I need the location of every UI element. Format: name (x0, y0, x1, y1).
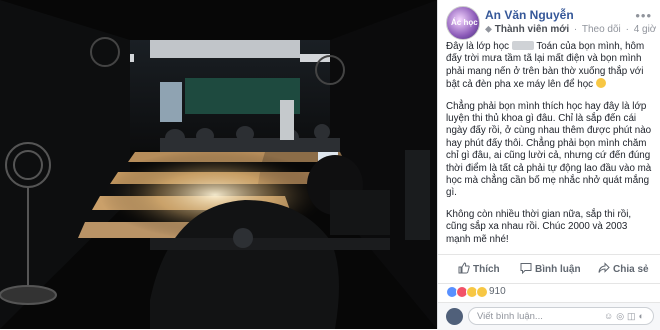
author-name[interactable]: An Văn Nguyễn (485, 8, 574, 22)
reaction-count: 910 (489, 286, 506, 297)
post-photo[interactable] (0, 0, 437, 329)
like-button[interactable]: Thích (458, 262, 500, 275)
new-member-badge[interactable]: Thành viên mới (495, 24, 569, 35)
separator: · (573, 24, 578, 35)
follow-link[interactable]: Theo dõi (582, 24, 621, 35)
wow-reaction-icon (476, 286, 488, 298)
post-paragraph-3: Không còn nhiều thời gian nữa, sắp thi r… (446, 208, 632, 245)
comment-placeholder: Viết bình luận... (477, 311, 543, 322)
comment-composer: Viết bình luận... ☺◎◫◐ (438, 302, 660, 330)
classroom-photo (0, 0, 437, 329)
share-label: Chia sẻ (613, 264, 649, 275)
comment-input[interactable]: Viết bình luận... ☺◎◫◐ (468, 307, 654, 325)
post-meta: ⬥ Thành viên mới · Theo dõi · 4 giờ · ◍ (485, 24, 660, 35)
post-paragraph-2: Chẳng phải bọn mình thích học hay đây là… (446, 100, 652, 199)
comment-label: Bình luận (535, 264, 581, 275)
smile-emoji-icon (595, 78, 606, 89)
thumbs-up-icon (458, 262, 470, 274)
comment-icon (520, 263, 532, 275)
more-icon[interactable]: ••• (635, 8, 652, 23)
post-actions: Thích Bình luận Chia sẻ (438, 254, 660, 284)
separator: · (625, 24, 629, 35)
facebook-photo-viewer: Ác học An Văn Nguyễn ⬥ Thành viên mới · … (0, 0, 660, 330)
post-sidebar: Ác học An Văn Nguyễn ⬥ Thành viên mới · … (437, 0, 660, 330)
paragraph-1-start: Đây là lớp học (446, 41, 512, 52)
post-text: Đây là lớp học Toán của bọn mình, hôm đấ… (446, 41, 654, 255)
post-time[interactable]: 4 giờ (634, 24, 657, 35)
comment-button[interactable]: Bình luận (520, 262, 581, 275)
user-avatar (446, 308, 463, 325)
like-label: Thích (473, 264, 500, 275)
post-paragraph-1: Đây là lớp học Toán của bọn mình, hôm đấ… (446, 41, 654, 92)
new-member-icon: ⬥ (485, 24, 492, 35)
share-button[interactable]: Chia sẻ (598, 262, 649, 275)
post-header: Ác học An Văn Nguyễn ⬥ Thành viên mới · … (446, 6, 656, 40)
share-icon (598, 262, 610, 273)
comment-tools-icon[interactable]: ☺◎◫◐ (604, 311, 647, 322)
avatar-text: Ác học (451, 18, 478, 27)
blurred-text (511, 41, 534, 50)
author-avatar[interactable]: Ác học (446, 6, 480, 40)
